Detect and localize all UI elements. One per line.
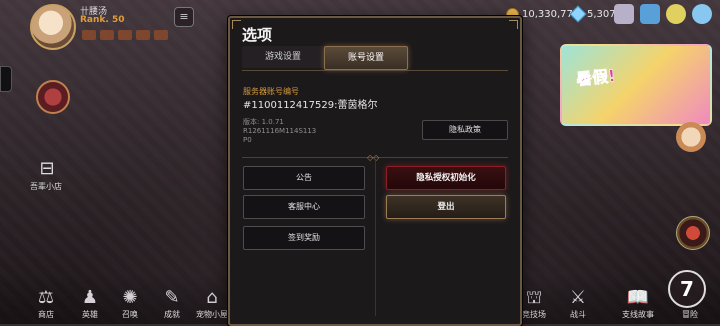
adventure-icon[interactable]: 7 [668,270,706,308]
build-text: R1261116M114S113 [243,127,317,135]
nav-item-adventure[interactable]: 冒险 [670,309,710,320]
check-in-reward-button[interactable]: 签到奖励 [243,226,365,250]
nav-label: 成就 [164,310,180,319]
achievement-icon: ✎ [164,287,180,308]
nav-item-battle[interactable]: ⚔ 战斗 [558,287,598,320]
shop-side-icon[interactable]: ⊟ [36,158,58,180]
tab-game-settings[interactable]: 游戏设置 [242,46,324,68]
nav-label: 宠物小屋 [196,310,228,319]
pet-house-icon: ⌂ [206,287,218,308]
shop-icon: ⚖ [37,287,55,308]
nav-item-achievement[interactable]: ✎ 成就 [152,287,192,320]
server-account-value: #1100112417529:蕾茵格尔 [243,100,378,111]
patch-text: P0 [243,136,252,144]
side-character-avatar[interactable] [36,80,70,114]
dialog-title: 选项 [242,26,273,44]
options-dialog: 选项 游戏设置 账号设置 服务器账号编号 #1100112417529:蕾茵格尔… [228,16,522,326]
buff-icon [118,30,132,40]
nav-label: 冒险 [682,310,698,319]
announcement-button[interactable]: 公告 [243,166,365,190]
column-divider [375,161,376,316]
tab-divider [242,70,508,71]
player-rank: Rank. 50 [80,15,125,25]
boss-emblem-icon[interactable] [676,216,710,250]
mail-icon[interactable] [614,4,634,24]
edge-handle[interactable] [0,66,12,92]
side-story-icon: 📖 [626,287,650,308]
tab-account-settings[interactable]: 账号设置 [324,46,408,70]
side-shop-label: 吾辈小店 [30,182,62,191]
hero-icon: ♟ [81,287,99,308]
version-text: 版本: 1.0.71 [243,118,284,126]
customer-service-button[interactable]: 客服中心 [243,195,365,219]
buff-icon [136,30,150,40]
logout-button[interactable]: 登出 [386,195,506,219]
banner-art-text: 暑假! [575,65,617,90]
event-icon[interactable] [640,4,660,24]
player-avatar[interactable] [30,4,76,50]
buff-icon [154,30,168,40]
settings-gear-icon[interactable] [692,4,712,24]
buff-icons [82,30,168,40]
event-banner[interactable]: 暑假! [560,44,712,126]
nav-label: 商店 [38,310,54,319]
buff-icon [82,30,96,40]
nav-label: 支线故事 [622,310,654,319]
divider-ornament-icon: ◇◇ [367,153,380,162]
nav-item-side-story[interactable]: 📖 支线故事 [618,287,658,320]
battle-icon: ⚔ [569,287,587,308]
privacy-policy-button[interactable]: 隐私政策 [422,120,508,140]
nav-item-hero[interactable]: ♟ 英雄 [70,287,110,320]
menu-icon[interactable]: ≡ [174,7,194,27]
reset-privacy-button[interactable]: 隐私授权初始化 [386,166,506,190]
gem-counter[interactable]: 5,307 [569,5,616,23]
character-portrait-icon[interactable] [676,122,706,152]
nav-label: 英雄 [82,310,98,319]
gem-icon [569,5,587,23]
notice-icon[interactable] [666,4,686,24]
nav-label: 召唤 [122,310,138,319]
nav-item-pet-house[interactable]: ⌂ 宠物小屋 [192,287,232,320]
nav-item-shop[interactable]: ⚖ 商店 [26,287,66,320]
nav-item-summon[interactable]: ✺ 召唤 [110,287,150,320]
nav-label: 战斗 [570,310,586,319]
gem-amount: 5,307 [587,8,616,20]
summon-icon: ✺ [122,287,138,308]
buff-icon [100,30,114,40]
